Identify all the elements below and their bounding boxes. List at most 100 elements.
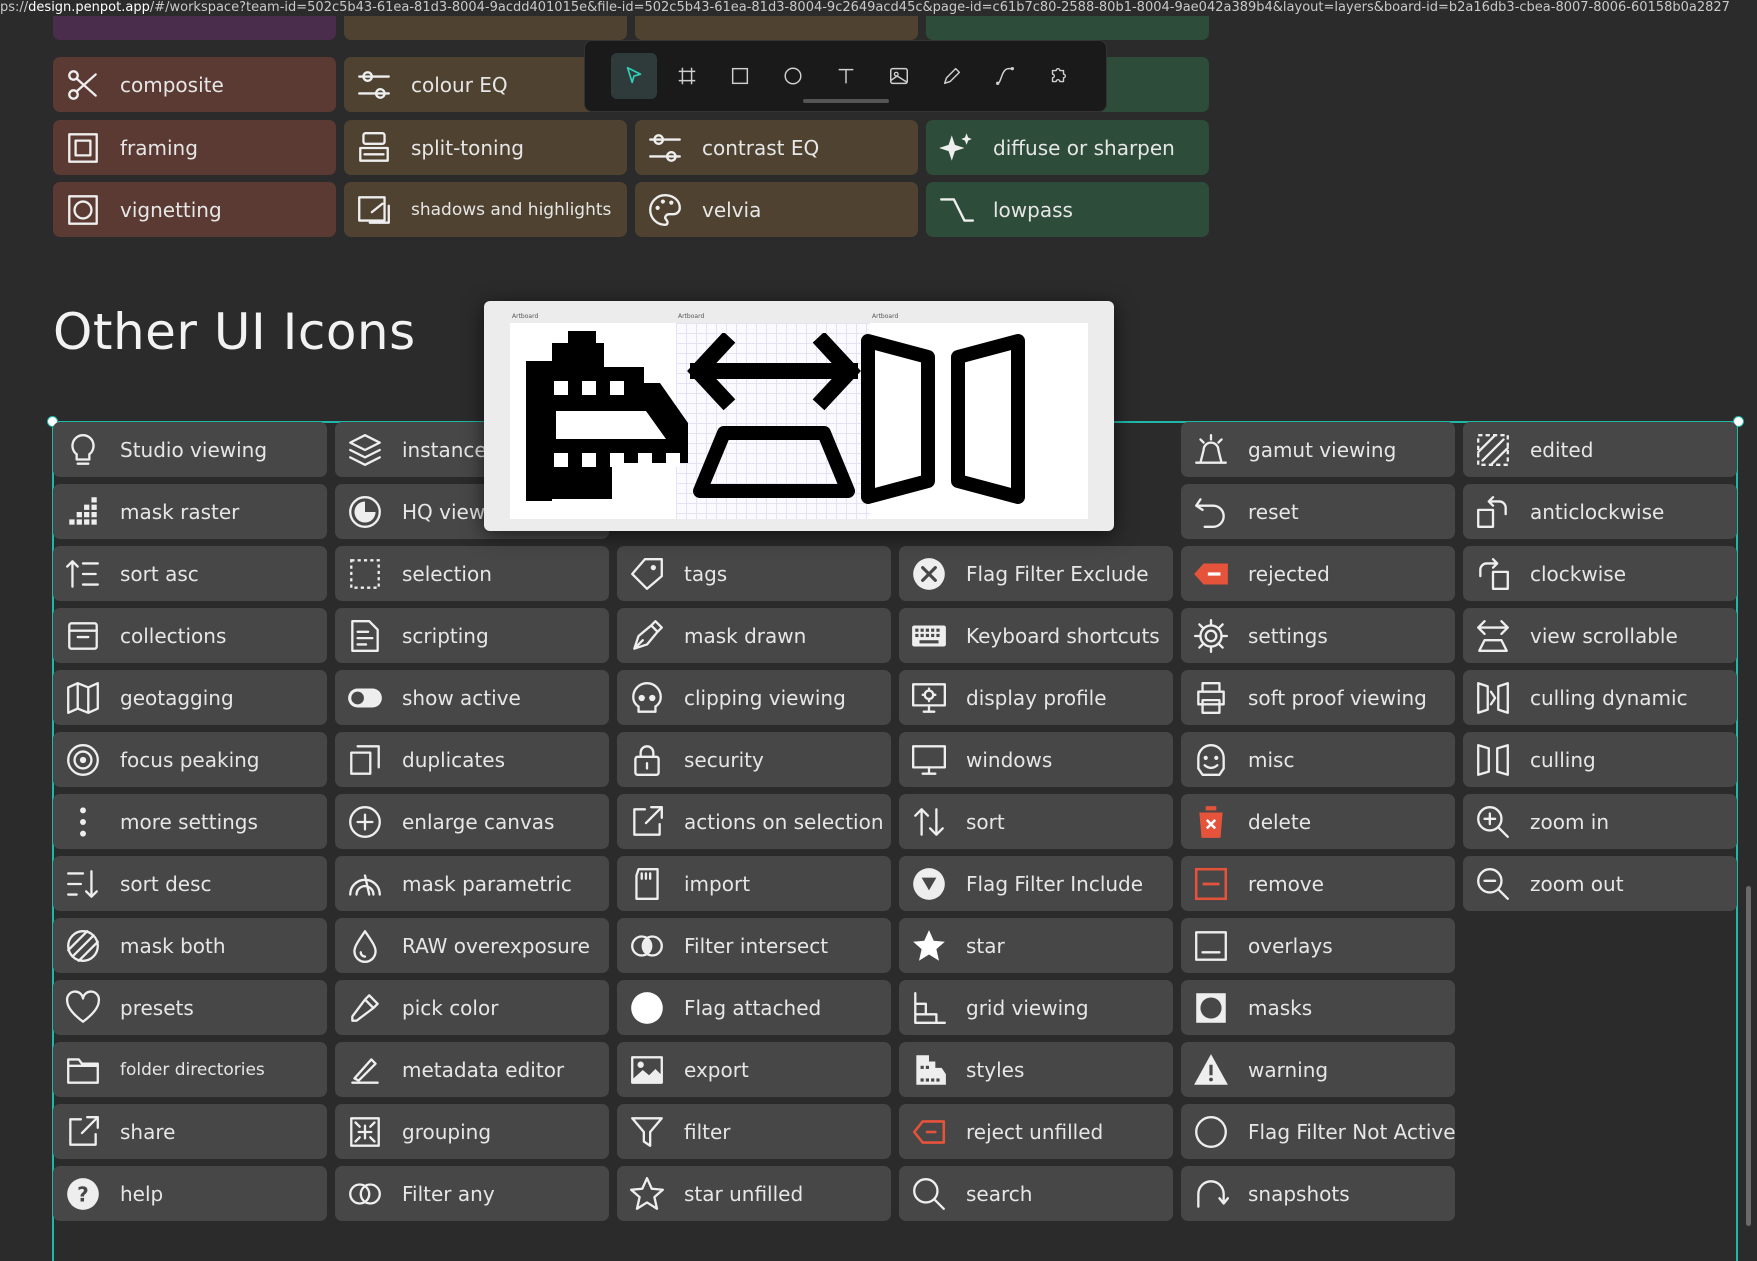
icon-tile[interactable]: focus peaking bbox=[53, 732, 327, 787]
icon-tile[interactable]: collections bbox=[53, 608, 327, 663]
icon-tile[interactable]: folder directories bbox=[53, 1042, 327, 1097]
icon-tile[interactable]: soft proof viewing bbox=[1181, 670, 1455, 725]
module-tile[interactable]: contrast EQ bbox=[635, 120, 918, 175]
bulb-icon bbox=[63, 430, 103, 470]
icon-tile[interactable]: mask parametric bbox=[335, 856, 609, 911]
move-tool[interactable] bbox=[611, 53, 657, 99]
icon-tile[interactable]: presets bbox=[53, 980, 327, 1035]
icon-tile[interactable]: reset bbox=[1181, 484, 1455, 539]
plugins-tool[interactable] bbox=[1035, 53, 1081, 99]
pencil-icon bbox=[943, 67, 961, 85]
icon-tile[interactable]: scripting bbox=[335, 608, 609, 663]
icon-tile[interactable]: RAW overexposure bbox=[335, 918, 609, 973]
cut-off-tile[interactable] bbox=[635, 16, 918, 40]
cut-off-tile[interactable] bbox=[926, 16, 1209, 40]
icon-tile[interactable]: pick color bbox=[335, 980, 609, 1035]
icon-tile[interactable]: ? help bbox=[53, 1166, 327, 1221]
icon-tile[interactable]: delete bbox=[1181, 794, 1455, 849]
film-camera-icon bbox=[526, 331, 688, 501]
ellipse-tool[interactable] bbox=[770, 53, 816, 99]
icon-tile[interactable]: security bbox=[617, 732, 891, 787]
icon-tile[interactable]: zoom in bbox=[1463, 794, 1737, 849]
module-tile[interactable]: split-toning bbox=[344, 120, 627, 175]
icon-tile[interactable]: actions on selection bbox=[617, 794, 891, 849]
tile-label: zoom out bbox=[1530, 871, 1624, 896]
tile-label: delete bbox=[1248, 809, 1312, 834]
icon-tile[interactable]: culling bbox=[1463, 732, 1737, 787]
icon-tile[interactable]: Flag Filter Exclude bbox=[899, 546, 1173, 601]
icon-tile[interactable]: clockwise bbox=[1463, 546, 1737, 601]
icon-tile[interactable]: culling dynamic bbox=[1463, 670, 1737, 725]
icon-tile[interactable]: mask raster bbox=[53, 484, 327, 539]
text-tool[interactable] bbox=[823, 53, 869, 99]
cut-off-tile[interactable] bbox=[53, 16, 336, 40]
icon-tile[interactable]: Flag Filter Not Active bbox=[1181, 1104, 1455, 1159]
rectangle-tool[interactable] bbox=[717, 53, 763, 99]
icon-tile[interactable]: Flag attached bbox=[617, 980, 891, 1035]
icon-tile[interactable]: show active bbox=[335, 670, 609, 725]
icon-tile[interactable]: duplicates bbox=[335, 732, 609, 787]
icon-tile[interactable]: geotagging bbox=[53, 670, 327, 725]
pencil-tool[interactable] bbox=[929, 53, 975, 99]
icon-tile[interactable]: search bbox=[899, 1166, 1173, 1221]
icon-tile[interactable]: grouping bbox=[335, 1104, 609, 1159]
icon-tile[interactable]: misc bbox=[1181, 732, 1455, 787]
icon-tile[interactable]: more settings bbox=[53, 794, 327, 849]
module-tile[interactable]: shadows and highlights bbox=[344, 182, 627, 237]
icon-tile[interactable]: styles bbox=[899, 1042, 1173, 1097]
board-tool[interactable] bbox=[664, 53, 710, 99]
icon-tile[interactable]: rejected bbox=[1181, 546, 1455, 601]
icon-tile[interactable]: view scrollable bbox=[1463, 608, 1737, 663]
icon-tile[interactable]: overlays bbox=[1181, 918, 1455, 973]
module-tile[interactable]: composite bbox=[53, 57, 336, 112]
icon-tile[interactable]: tags bbox=[617, 546, 891, 601]
icon-tile[interactable]: selection bbox=[335, 546, 609, 601]
icon-tile[interactable]: settings bbox=[1181, 608, 1455, 663]
icon-tile[interactable]: Flag Filter Include bbox=[899, 856, 1173, 911]
icon-tile[interactable]: grid viewing bbox=[899, 980, 1173, 1035]
module-tile[interactable]: lowpass bbox=[926, 182, 1209, 237]
icon-tile[interactable]: metadata editor bbox=[335, 1042, 609, 1097]
toolbar-drag-handle[interactable] bbox=[803, 99, 889, 103]
module-tile[interactable]: framing bbox=[53, 120, 336, 175]
icon-tile[interactable]: clipping viewing bbox=[617, 670, 891, 725]
icon-tile[interactable]: Studio viewing bbox=[53, 422, 327, 477]
icon-tile[interactable]: mask both bbox=[53, 918, 327, 973]
icon-tile[interactable]: Filter intersect bbox=[617, 918, 891, 973]
icon-tile[interactable]: snapshots bbox=[1181, 1166, 1455, 1221]
icon-tile[interactable]: windows bbox=[899, 732, 1173, 787]
icon-tile[interactable]: star bbox=[899, 918, 1173, 973]
icon-tile[interactable]: Filter any bbox=[335, 1166, 609, 1221]
icon-tile[interactable]: filter bbox=[617, 1104, 891, 1159]
monitor-icon bbox=[909, 740, 949, 780]
tile-label: lowpass bbox=[993, 197, 1073, 222]
icon-tile[interactable]: gamut viewing bbox=[1181, 422, 1455, 477]
icon-tile[interactable]: import bbox=[617, 856, 891, 911]
icon-tile[interactable]: edited bbox=[1463, 422, 1737, 477]
icon-tile[interactable]: star unfilled bbox=[617, 1166, 891, 1221]
module-tile[interactable]: velvia bbox=[635, 182, 918, 237]
address-bar[interactable]: ps://design.penpot.app/#/workspace?team-… bbox=[0, 0, 1757, 16]
icon-tile[interactable]: share bbox=[53, 1104, 327, 1159]
module-tile[interactable]: diffuse or sharpen bbox=[926, 120, 1209, 175]
module-tile[interactable]: vignetting bbox=[53, 182, 336, 237]
icon-tile[interactable]: enlarge canvas bbox=[335, 794, 609, 849]
icon-tile[interactable]: mask drawn bbox=[617, 608, 891, 663]
image-tool[interactable] bbox=[876, 53, 922, 99]
cut-off-tile[interactable] bbox=[344, 16, 627, 40]
icon-tile[interactable]: anticlockwise bbox=[1463, 484, 1737, 539]
canvas-scrollbar[interactable] bbox=[1746, 886, 1751, 1226]
icon-tile[interactable]: warning bbox=[1181, 1042, 1455, 1097]
icon-tile[interactable]: masks bbox=[1181, 980, 1455, 1035]
icon-tile[interactable]: remove bbox=[1181, 856, 1455, 911]
icon-tile[interactable]: reject unfilled bbox=[899, 1104, 1173, 1159]
icon-tile[interactable]: export bbox=[617, 1042, 891, 1097]
icon-tile[interactable]: display profile bbox=[899, 670, 1173, 725]
path-tool[interactable] bbox=[982, 53, 1028, 99]
icon-tile[interactable]: Keyboard shortcuts bbox=[899, 608, 1173, 663]
design-canvas[interactable]: Other UI Icons composite colour EQ framing… bbox=[0, 16, 1757, 1261]
icon-tile[interactable]: zoom out bbox=[1463, 856, 1737, 911]
icon-tile[interactable]: sort asc bbox=[53, 546, 327, 601]
icon-tile[interactable]: sort bbox=[899, 794, 1173, 849]
icon-tile[interactable]: sort desc bbox=[53, 856, 327, 911]
